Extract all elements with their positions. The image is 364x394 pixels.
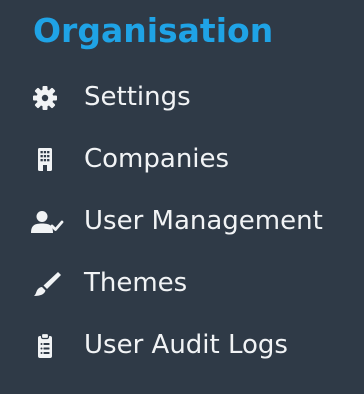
sidebar-item-label: Companies [84,144,230,174]
gear-icon [30,84,64,112]
clipboard-list-icon [30,332,64,360]
paint-brush-icon [30,270,64,298]
sidebar-item-label: Themes [84,268,188,298]
user-check-icon [30,208,64,236]
sidebar-item-companies[interactable]: Companies [0,132,364,186]
sidebar-item-settings[interactable]: Settings [0,70,364,124]
sidebar-item-label: User Audit Logs [84,330,288,360]
sidebar-item-themes[interactable]: Themes [0,256,364,310]
sidebar-item-label: User Management [84,206,323,236]
building-icon [30,146,64,174]
sidebar-item-label: Settings [84,82,191,112]
sidebar-section-title: Organisation [33,11,274,50]
sidebar: Organisation Settings Companies User Man… [0,0,364,394]
sidebar-item-user-audit-logs[interactable]: User Audit Logs [0,318,364,372]
sidebar-item-user-management[interactable]: User Management [0,194,364,248]
